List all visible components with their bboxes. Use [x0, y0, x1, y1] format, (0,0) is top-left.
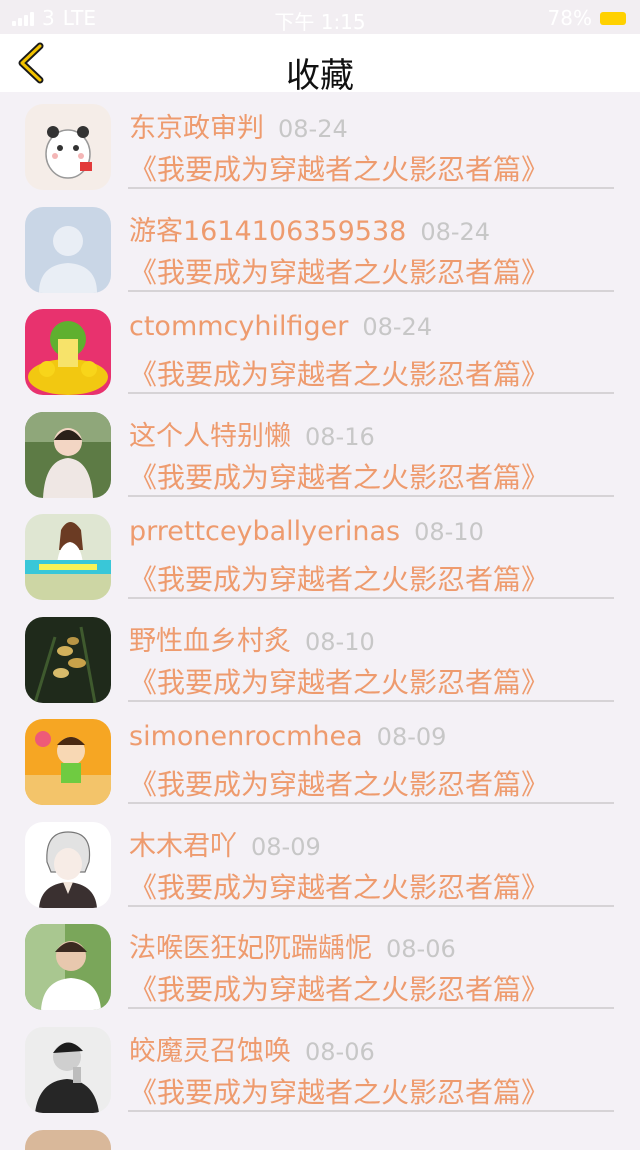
user-name: 游客1614106359538 [129, 215, 407, 247]
divider [128, 187, 614, 189]
divider [128, 494, 614, 497]
user-name: 东京政审判 [129, 113, 264, 144]
list-item[interactable]: prrettceyballyerinas 08-10 《我要成为穿越者之火影忍者篇… [0, 502, 640, 605]
list-item[interactable]: 皎魔灵召蚀唤 08-06 《我要成为穿越者之火影忍者篇》 [0, 1015, 640, 1118]
divider [128, 802, 614, 804]
bw-man-avatar [25, 1026, 111, 1113]
item-date: 08-06 [305, 1037, 375, 1066]
list-item[interactable]: 这个人特别懒 08-16 《我要成为穿越者之火影忍者篇》 [0, 400, 640, 503]
book-title[interactable]: 《我要成为穿越者之火影忍者篇》 [129, 558, 549, 598]
item-date: 08-16 [305, 422, 375, 451]
item-date: 08-24 [420, 217, 491, 246]
girl-photo-avatar [25, 411, 111, 498]
list-item[interactable]: 法喉医狂妃阢踹龋怩 08-06 《我要成为穿越者之火影忍者篇》 [0, 912, 640, 1015]
item-date: 08-10 [414, 518, 484, 546]
anime-boy-avatar [25, 821, 111, 908]
status-right: 78% [548, 6, 626, 30]
divider [128, 1109, 614, 1112]
list-item[interactable]: 游客1614106359538 08-24 《我要成为穿越者之火影忍者篇》 [0, 195, 640, 298]
user-name: ctommcyhilfiger [129, 311, 349, 342]
item-date: 08-06 [386, 935, 456, 963]
divider [128, 392, 614, 394]
book-title[interactable]: 《我要成为穿越者之火影忍者篇》 [129, 866, 549, 906]
divider [128, 597, 614, 599]
book-title[interactable]: 《我要成为穿越者之火影忍者篇》 [129, 763, 549, 803]
item-date: 08-24 [278, 115, 348, 143]
favorites-list: 东京政审判 08-24 《我要成为穿越者之火影忍者篇》 游客16141063595… [0, 92, 640, 1117]
cartoon-plant-avatar [25, 309, 111, 395]
item-date: 08-24 [362, 313, 433, 341]
list-item[interactable]: ctommcyhilfiger 08-24 《我要成为穿越者之火影忍者篇》 [0, 297, 640, 400]
item-date: 08-09 [251, 832, 321, 861]
list-item[interactable]: 东京政审判 08-24 《我要成为穿越者之火影忍者篇》 [0, 92, 640, 195]
user-name: 这个人特别懒 [129, 420, 291, 452]
girl-field-avatar [25, 514, 111, 600]
page-title: 收藏 [286, 56, 354, 96]
status-bar: 3 LTE 下午 1:15 78% [0, 0, 640, 34]
battery-percent: 78% [547, 6, 592, 30]
divider [128, 289, 614, 292]
book-title[interactable]: 《我要成为穿越者之火影忍者篇》 [129, 1071, 549, 1111]
list-item[interactable]: 木木君吖 08-09 《我要成为穿越者之火影忍者篇》 [0, 810, 640, 913]
book-title[interactable]: 《我要成为穿越者之火影忍者篇》 [129, 353, 549, 393]
man-photo-avatar [25, 924, 111, 1010]
book-title[interactable]: 《我要成为穿越者之火影忍者篇》 [129, 456, 549, 496]
user-name: prrettceyballyerinas [129, 516, 401, 547]
book-title[interactable]: 《我要成为穿越者之火影忍者篇》 [129, 148, 549, 188]
nav-bar: 收藏 [0, 34, 640, 96]
divider [128, 904, 614, 907]
item-date: 08-10 [305, 627, 375, 656]
divider [128, 1007, 614, 1009]
item-date: 08-09 [376, 723, 447, 751]
user-name: simonenrocmhea [129, 721, 363, 752]
default-person-avatar [25, 206, 111, 293]
battery-icon [600, 11, 626, 25]
book-title[interactable]: 《我要成为穿越者之火影忍者篇》 [129, 968, 549, 1008]
user-name: 法喉医狂妃阢踹龋怩 [129, 933, 372, 964]
cartoon-kid-avatar [25, 719, 111, 805]
list-item[interactable]: simonenrocmhea 08-09 《我要成为穿越者之火影忍者篇》 [0, 707, 640, 810]
divider [128, 699, 614, 702]
user-name: 木木君吖 [129, 830, 237, 862]
list-item[interactable]: 野性血乡村炙 08-10 《我要成为穿越者之火影忍者篇》 [0, 605, 640, 708]
user-name: 皎魔灵召蚀唤 [129, 1035, 291, 1067]
next-item-avatar-peek [25, 1130, 111, 1150]
book-title[interactable]: 《我要成为穿越者之火影忍者篇》 [129, 251, 549, 291]
book-title[interactable]: 《我要成为穿越者之火影忍者篇》 [129, 661, 549, 701]
flower-avatar [25, 616, 111, 703]
user-name: 野性血乡村炙 [129, 625, 291, 657]
panda-sticker-avatar [25, 104, 111, 190]
status-time: 下午 1:15 [274, 10, 366, 34]
